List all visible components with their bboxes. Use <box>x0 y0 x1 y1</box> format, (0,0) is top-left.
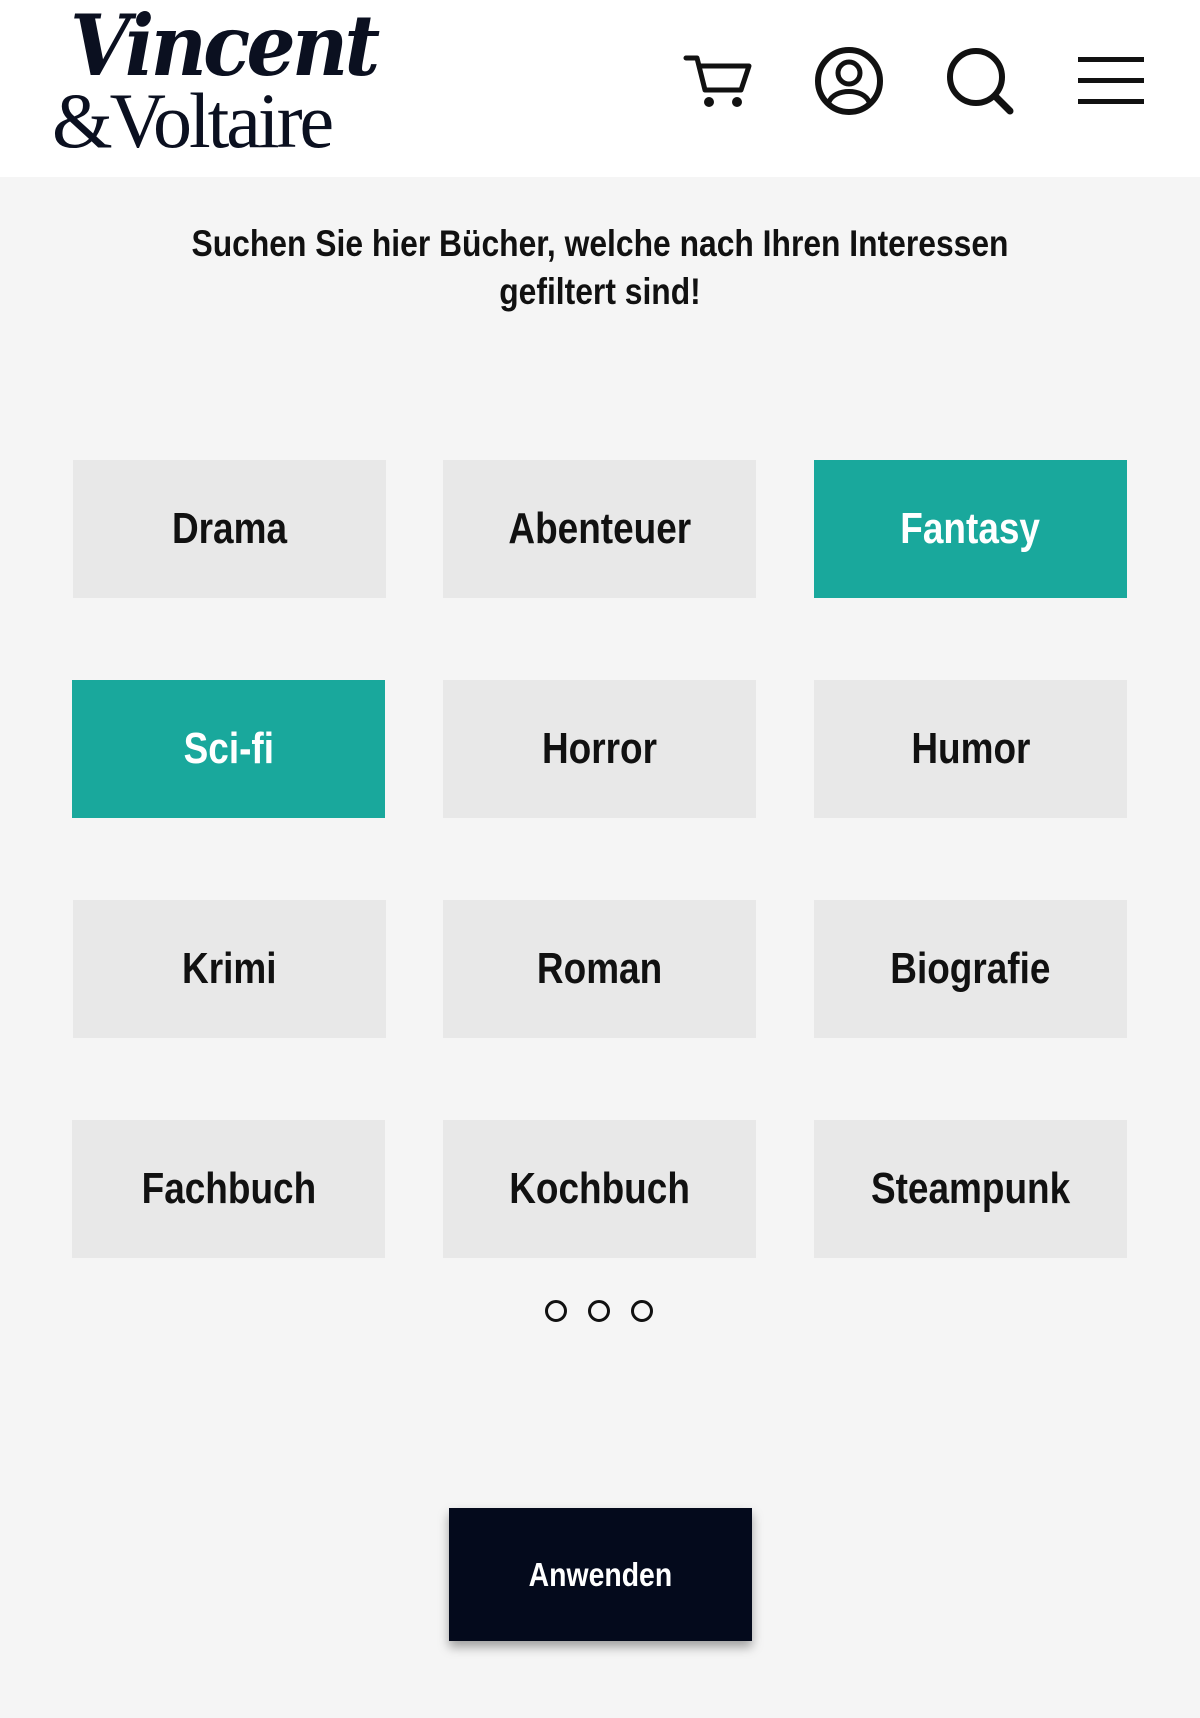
genre-tile-drama[interactable]: Drama <box>73 460 386 598</box>
genre-label: Fantasy <box>900 504 1041 553</box>
genre-label: Sci-fi <box>183 724 274 773</box>
genre-label: Kochbuch <box>509 1164 690 1213</box>
genre-tile-roman[interactable]: Roman <box>443 900 756 1038</box>
genre-label: Drama <box>171 504 288 553</box>
genre-tile-krimi[interactable]: Krimi <box>73 900 386 1038</box>
page-headline: Suchen Sie hier Bücher, welche nach Ihre… <box>191 223 1009 312</box>
genre-tile-abenteuer[interactable]: Abenteuer <box>443 460 756 598</box>
genre-tile-fantasy[interactable]: Fantasy <box>814 460 1127 598</box>
pagination-dots <box>545 1300 653 1322</box>
pagination-dot[interactable] <box>545 1300 567 1322</box>
genre-tile-horror[interactable]: Horror <box>443 680 756 818</box>
brand-logo[interactable]: Vincent &Voltaire <box>52 4 380 166</box>
genre-tile-humor[interactable]: Humor <box>814 680 1127 818</box>
search-icon[interactable] <box>943 44 1017 118</box>
genre-tile-fachbuch[interactable]: Fachbuch <box>72 1120 385 1258</box>
apply-button-label: Anwenden <box>528 1555 673 1593</box>
genre-label: Humor <box>910 724 1031 773</box>
genre-tile-kochbuch[interactable]: Kochbuch <box>443 1120 756 1258</box>
menu-icon[interactable] <box>1074 44 1148 118</box>
cart-icon[interactable] <box>681 44 755 118</box>
genre-label: Horror <box>541 724 658 773</box>
genre-tile-sci-fi[interactable]: Sci-fi <box>72 680 385 818</box>
genre-label: Biografie <box>890 944 1051 993</box>
genre-label: Abenteuer <box>508 504 691 553</box>
brand-logo-line2: &Voltaire <box>52 77 334 164</box>
apply-button[interactable]: Anwenden <box>449 1508 752 1641</box>
genre-tile-biografie[interactable]: Biografie <box>814 900 1127 1038</box>
genre-tile-steampunk[interactable]: Steampunk <box>814 1120 1127 1258</box>
genre-label: Krimi <box>182 944 277 993</box>
brand-logo-line1: Vincent <box>70 0 380 95</box>
genre-label: Steampunk <box>870 1164 1071 1213</box>
pagination-dot[interactable] <box>588 1300 610 1322</box>
pagination-dot[interactable] <box>631 1300 653 1322</box>
genre-label: Fachbuch <box>141 1164 316 1213</box>
genre-label: Roman <box>536 944 663 993</box>
account-icon[interactable] <box>812 44 886 118</box>
header: Vincent &Voltaire <box>0 0 1200 177</box>
